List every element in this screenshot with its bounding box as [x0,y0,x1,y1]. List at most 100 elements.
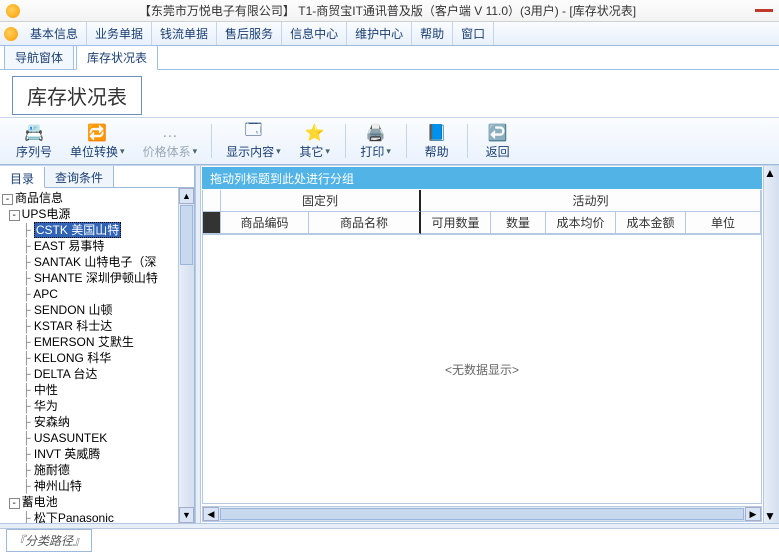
row-selector-cell[interactable] [203,212,221,234]
tree-node[interactable]: ├ KELONG 科华 [2,350,178,366]
toolbar-separator [467,124,468,158]
tree-node[interactable]: -商品信息 [2,190,178,206]
toolbar-display-content[interactable]: 🗔 显示内容▾ [218,121,289,162]
tree-node[interactable]: -蓄电池 [2,494,178,510]
page-title: 库存状况表 [12,76,142,115]
col-available-qty[interactable]: 可用数量 [421,212,491,234]
menu-basic-info[interactable]: 基本信息 [22,22,87,45]
tree-node[interactable]: -UPS电源 [2,206,178,222]
left-tabs: 目录 查询条件 [0,166,194,188]
menu-info-center[interactable]: 信息中心 [282,22,347,45]
scroll-down-icon[interactable]: ▼ [764,509,779,523]
scroll-up-icon[interactable]: ▲ [764,166,779,180]
tab-stock-status[interactable]: 库存状况表 [76,45,158,70]
left-panel: 目录 查询条件 -商品信息 -UPS电源 ├ CSTK 美国山特 ├ EAST … [0,166,195,523]
toolbar-other[interactable]: ⭐ 其它▾ [291,121,339,162]
dropdown-arrow-icon: ▾ [193,146,198,157]
category-path-box: 『分类路径』 [6,529,92,552]
col-product-code[interactable]: 商品编码 [221,212,309,234]
col-group-active[interactable]: 活动列 [421,190,761,212]
col-unit[interactable]: 单位 [686,212,761,234]
menu-after-sales[interactable]: 售后服务 [217,22,282,45]
tree-node[interactable]: ├ EAST 易事特 [2,238,178,254]
left-tab-catalog[interactable]: 目录 [0,167,45,188]
tree-node[interactable]: ├ SHANTE 深圳伊顿山特 [2,270,178,286]
grid-empty-text: <无数据显示> [445,361,519,378]
toolbar-back[interactable]: ↩️ 返回 [474,121,522,162]
category-tree[interactable]: -商品信息 -UPS电源 ├ CSTK 美国山特 ├ EAST 易事特 ├ SA… [0,188,178,523]
toolbar-display-content-label: 显示内容 [226,143,274,160]
minimize-button[interactable] [755,9,773,12]
tree-node[interactable]: ├ USASUNTEK [2,430,178,446]
toolbar-separator [345,124,346,158]
col-group-fixed[interactable]: 固定列 [221,190,421,212]
scroll-track[interactable] [179,266,194,507]
col-cost-amount[interactable]: 成本金额 [616,212,686,234]
price-icon: … [160,123,180,143]
toolbar-col-number-label: 序列号 [16,143,52,160]
tree-node[interactable]: ├ KSTAR 科士达 [2,318,178,334]
toolbar-help-label: 帮助 [425,143,449,160]
toolbar-help[interactable]: 📘 帮助 [413,121,461,162]
toolbar-separator [406,124,407,158]
scroll-left-icon[interactable]: ◀ [203,507,219,521]
toolbar-print-label: 打印 [360,143,384,160]
tree-node[interactable]: ├ CSTK 美国山特 [2,222,178,238]
toolbar-price-system[interactable]: … 价格体系▾ [135,121,206,162]
window-title: 【东莞市万悦电子有限公司】 T1-商贸宝IT通讯普及版（客户端 V 11.0）(… [26,2,749,19]
scroll-track[interactable] [764,180,779,509]
tree-node[interactable]: ├ 中性 [2,382,178,398]
tree-node[interactable]: ├ EMERSON 艾默生 [2,334,178,350]
tab-nav-window[interactable]: 导航窗体 [4,45,74,69]
col-product-name[interactable]: 商品名称 [309,212,421,234]
toolbar-back-label: 返回 [486,143,510,160]
tree-node[interactable]: ├ 施耐德 [2,462,178,478]
grid-icon: 📇 [24,123,44,143]
grid-horizontal-scrollbar[interactable]: ◀ ▶ [202,506,762,522]
display-icon: 🗔 [243,123,263,143]
tree-node[interactable]: ├ 神州山特 [2,478,178,494]
scroll-right-icon[interactable]: ▶ [745,507,761,521]
tree-node[interactable]: ├ APC [2,286,178,302]
dropdown-arrow-icon: ▾ [325,146,330,157]
content-area: 目录 查询条件 -商品信息 -UPS电源 ├ CSTK 美国山特 ├ EAST … [0,165,779,523]
back-icon: ↩️ [488,123,508,143]
tree-node[interactable]: ├ DELTA 台达 [2,366,178,382]
toolbar-separator [211,124,212,158]
tree-node[interactable]: ├ 松下Panasonic [2,510,178,523]
left-tab-query[interactable]: 查询条件 [45,166,114,187]
tree-scrollbar[interactable]: ▲ ▼ [178,188,194,523]
scroll-thumb[interactable] [220,508,744,520]
tree-node[interactable]: ├ 安森纳 [2,414,178,430]
menu-money-flow[interactable]: 钱流单据 [152,22,217,45]
grid-body[interactable]: <无数据显示> [202,235,762,504]
other-icon: ⭐ [305,123,325,143]
menu-app-icon[interactable] [0,22,22,45]
scroll-thumb[interactable] [180,205,193,265]
grid-vertical-scrollbar[interactable]: ▲ ▼ [763,166,779,523]
tree-node[interactable]: ├ SENDON 山顿 [2,302,178,318]
toolbar-unit-convert[interactable]: 🔁 单位转换▾ [62,121,133,162]
tree-node[interactable]: ├ SANTAK 山特电子（深 [2,254,178,270]
col-qty[interactable]: 数量 [491,212,546,234]
row-selector-header[interactable] [203,190,221,212]
dropdown-arrow-icon: ▾ [386,146,391,157]
menu-window[interactable]: 窗口 [453,22,494,45]
scroll-down-icon[interactable]: ▼ [179,507,194,523]
toolbar-unit-convert-label: 单位转换 [70,143,118,160]
toolbar-col-number[interactable]: 📇 序列号 [8,121,60,162]
dropdown-arrow-icon: ▾ [276,146,281,157]
tree-node[interactable]: ├ 华为 [2,398,178,414]
group-band[interactable]: 拖动列标题到此处进行分组 [202,167,762,189]
scroll-up-icon[interactable]: ▲ [179,188,194,204]
col-cost-avg[interactable]: 成本均价 [546,212,616,234]
page-title-row: 库存状况表 [0,70,779,117]
menu-help[interactable]: 帮助 [412,22,453,45]
menu-maint-center[interactable]: 维护中心 [347,22,412,45]
right-panel: 拖动列标题到此处进行分组 固定列 活动列 商品编码 商品名称 可用数量 数量 成… [201,166,779,523]
tree-node[interactable]: ├ INVT 英威腾 [2,446,178,462]
toolbar-print[interactable]: 🖨️ 打印▾ [352,121,400,162]
menu-business-doc[interactable]: 业务单据 [87,22,152,45]
titlebar: 【东莞市万悦电子有限公司】 T1-商贸宝IT通讯普及版（客户端 V 11.0）(… [0,0,779,22]
toolbar: 📇 序列号 🔁 单位转换▾ … 价格体系▾ 🗔 显示内容▾ ⭐ 其它▾ 🖨️ 打… [0,117,779,165]
